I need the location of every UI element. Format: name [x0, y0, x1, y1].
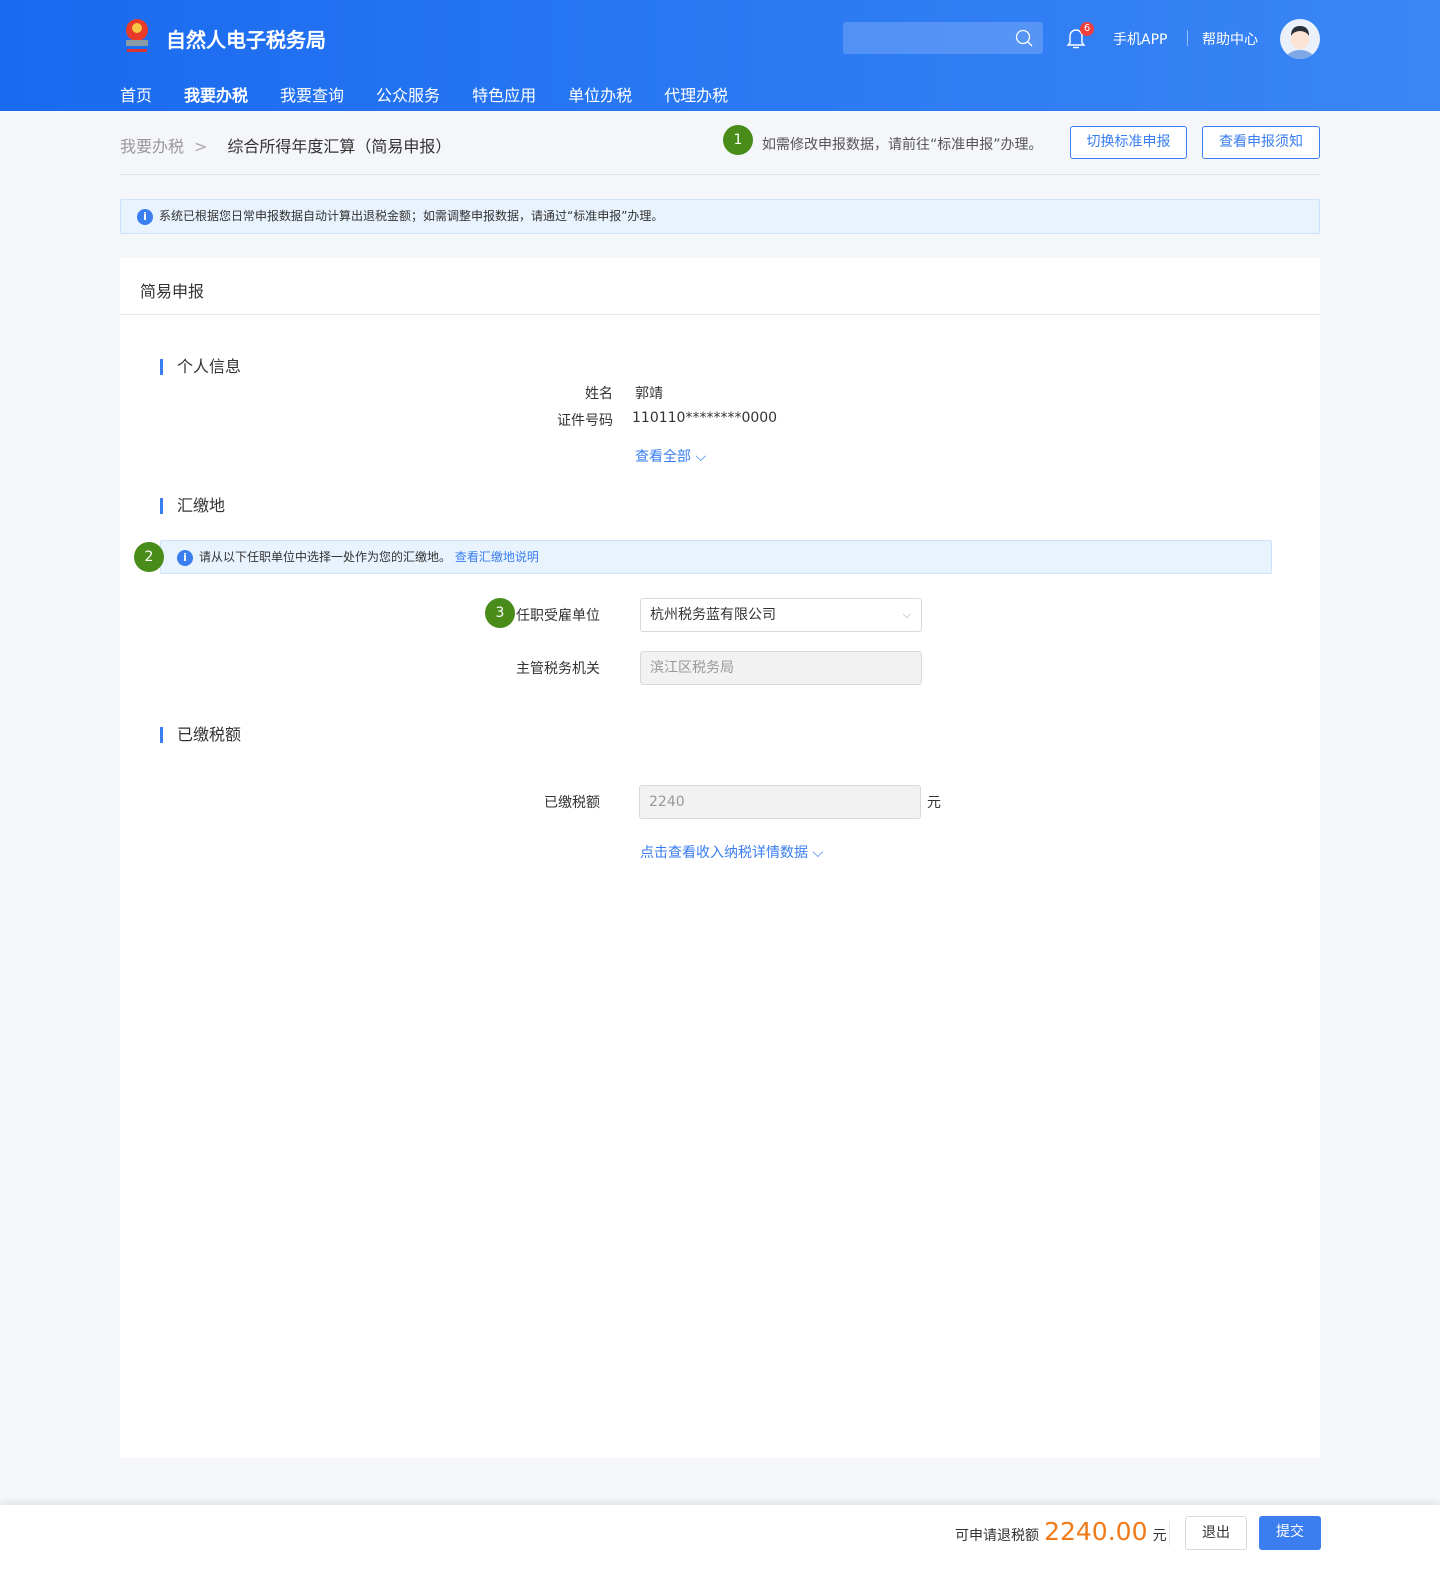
- chevron-down-icon: ⌵: [812, 845, 824, 861]
- info-icon: i: [177, 549, 193, 566]
- tax-detail-link[interactable]: 点击查看收入纳税详情数据 ⌵: [640, 842, 823, 862]
- chevron-right-icon: >: [194, 137, 208, 156]
- divider: [120, 174, 1320, 175]
- name-label: 姓名: [585, 386, 613, 402]
- nav-tax-handling[interactable]: 我要办税: [184, 82, 248, 106]
- info-alert: i 系统已根据您日常申报数据自动计算出退税金额；如需调整申报数据，请通过“标准申报…: [120, 199, 1320, 234]
- divider: [1187, 30, 1188, 46]
- view-notice-button[interactable]: 查看申报须知: [1202, 126, 1320, 159]
- paid-tax-field: 2240: [639, 785, 921, 819]
- nav-query[interactable]: 我要查询: [280, 82, 344, 106]
- help-center-link[interactable]: 帮助中心: [1202, 29, 1258, 49]
- info-icon: i: [137, 208, 153, 225]
- breadcrumb: 我要办税 > 综合所得年度汇算（简易申报）: [120, 133, 451, 157]
- main-nav: 首页 我要办税 我要查询 公众服务 特色应用 单位办税 代理办税: [120, 82, 728, 106]
- notification-badge: 6: [1080, 22, 1094, 36]
- authority-label: 主管税务机关: [516, 661, 600, 677]
- step-marker-2: 2: [134, 542, 164, 572]
- nav-special-apps[interactable]: 特色应用: [472, 82, 536, 106]
- site-title: 自然人电子税务局: [166, 28, 326, 52]
- top-header: 自然人电子税务局 6 手机APP 帮助中心 首页 我要办税 我要查询 公众服务 …: [0, 0, 1440, 111]
- section-location: 汇缴地: [160, 498, 225, 514]
- employer-select[interactable]: 杭州税务蓝有限公司 ⌵: [640, 598, 922, 632]
- chevron-down-icon: ⌵: [902, 608, 911, 621]
- avatar[interactable]: [1280, 19, 1320, 59]
- authority-field: 滨江区税务局: [640, 651, 922, 685]
- nav-agent-tax[interactable]: 代理办税: [664, 82, 728, 106]
- refund-summary: 可申请退税额 2240.00 元: [955, 1517, 1167, 1546]
- tax-emblem-logo: [126, 19, 148, 52]
- divider: [120, 314, 1320, 315]
- id-label: 证件号码: [557, 413, 613, 429]
- name-value: 郭靖: [635, 386, 663, 402]
- location-alert: i 请从以下任职单位中选择一处作为您的汇缴地。 查看汇缴地说明: [160, 540, 1272, 574]
- switch-standard-button[interactable]: 切换标准申报: [1070, 126, 1187, 159]
- chevron-down-icon: ⌵: [695, 449, 707, 465]
- refund-label: 可申请退税额: [955, 1528, 1039, 1544]
- section-personal-info: 个人信息: [160, 359, 241, 375]
- modify-tip: 如需修改申报数据，请前往“标准申报”办理。: [762, 137, 1043, 153]
- nav-public-service[interactable]: 公众服务: [376, 82, 440, 106]
- simple-declaration-card: 简易申报 个人信息 姓名 郭靖 证件号码 110110********0000 …: [120, 258, 1320, 1458]
- id-value: 110110********0000: [632, 410, 778, 426]
- search-input[interactable]: [843, 22, 1043, 54]
- mobile-app-link[interactable]: 手机APP: [1113, 29, 1167, 49]
- submit-button[interactable]: 提交: [1259, 1516, 1321, 1550]
- refund-amount: 2240.00: [1044, 1517, 1148, 1546]
- unit-label: 元: [927, 795, 941, 811]
- alert-text: 系统已根据您日常申报数据自动计算出退税金额；如需调整申报数据，请通过“标准申报”…: [159, 209, 664, 223]
- card-title: 简易申报: [140, 282, 205, 301]
- view-all-link[interactable]: 查看全部 ⌵: [635, 446, 706, 466]
- nav-home[interactable]: 首页: [120, 82, 152, 106]
- section-paid-tax: 已缴税额: [160, 727, 241, 743]
- unit-label: 元: [1152, 1528, 1167, 1544]
- breadcrumb-current: 综合所得年度汇算（简易申报）: [227, 137, 452, 156]
- exit-button[interactable]: 退出: [1185, 1516, 1247, 1550]
- nav-unit-tax[interactable]: 单位办税: [568, 82, 632, 106]
- paid-tax-label: 已缴税额: [544, 795, 600, 811]
- location-explain-link[interactable]: 查看汇缴地说明: [455, 550, 539, 564]
- search-icon: [1015, 29, 1033, 47]
- alert-text: 请从以下任职单位中选择一处作为您的汇缴地。: [199, 550, 452, 564]
- breadcrumb-parent[interactable]: 我要办税: [120, 137, 184, 156]
- employer-label: 任职受雇单位: [516, 608, 600, 624]
- divider: [1169, 1521, 1170, 1545]
- step-marker-1: 1: [723, 125, 753, 155]
- footer-bar: 可申请退税额 2240.00 元 退出 提交: [0, 1505, 1440, 1580]
